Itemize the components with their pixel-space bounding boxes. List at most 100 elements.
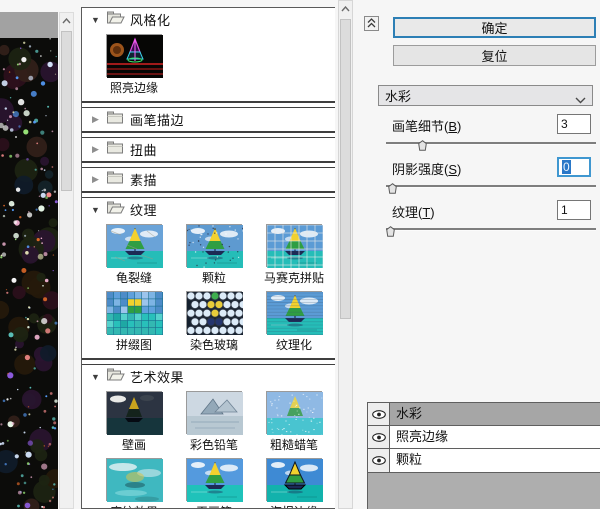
filter-thumbnail-image[interactable]: [106, 34, 162, 77]
filter-thumbnail-label: 粗糙蜡笔: [270, 436, 318, 453]
filter-thumbnail-image[interactable]: [106, 458, 162, 501]
filter-section: ▼ 艺术效果壁画 彩色铅笔 粗糙蜡笔底纹效果 干画笔 海报边缘: [82, 364, 335, 509]
effect-layer-name: 水彩: [390, 403, 600, 425]
visibility-eye-icon[interactable]: [368, 403, 390, 425]
reset-button[interactable]: 复位: [393, 45, 596, 66]
filter-thumbnail-item[interactable]: 底纹效果: [94, 456, 174, 509]
folder-closed-icon: [106, 141, 125, 159]
filter-thumbnail-item[interactable]: 海报边缘: [254, 456, 334, 509]
scrollbar-thumb[interactable]: [61, 31, 72, 191]
effect-layer-row[interactable]: 照亮边缘: [368, 426, 600, 449]
scroll-up-icon[interactable]: [339, 1, 352, 17]
triangle-expanded-icon[interactable]: ▼: [90, 372, 101, 382]
filter-section-label: 风格化: [130, 10, 171, 29]
slider-group: 画笔细节(B)3: [378, 112, 598, 155]
filter-thumbnail-label: 染色玻璃: [190, 336, 238, 353]
filter-category-list: ▼ 风格化照亮边缘 ▶画笔描边 ▶扭曲 ▶素描 ▼ 纹理龟裂缝颗粒 马赛克拼贴拼缀图染色玻璃 纹…: [81, 7, 335, 509]
filter-section-header[interactable]: ▶素描: [82, 168, 335, 191]
slider-group: 纹理(T) 1: [378, 198, 598, 241]
filter-section-label: 艺术效果: [130, 367, 184, 386]
filter-thumbnail-item[interactable]: 龟裂缝: [94, 222, 174, 289]
visibility-eye-icon[interactable]: [368, 426, 390, 448]
filter-section: ▶素描: [82, 167, 335, 193]
filter-section-header[interactable]: ▼ 艺术效果: [82, 365, 335, 388]
filter-section: ▼ 纹理龟裂缝颗粒 马赛克拼贴拼缀图染色玻璃 纹理化: [82, 197, 335, 360]
scroll-up-icon[interactable]: [60, 13, 73, 29]
slider-track[interactable]: [386, 142, 596, 145]
filter-thumbnail-item[interactable]: 壁画: [94, 389, 174, 456]
folder-closed-icon: [106, 171, 125, 189]
filter-thumbnail-item[interactable]: 干画笔: [174, 456, 254, 509]
filter-thumbnail-label: 干画笔: [196, 503, 232, 509]
triangle-expanded-icon[interactable]: ▼: [90, 15, 101, 25]
folder-closed-icon: [106, 111, 125, 129]
filter-thumbnail-item[interactable]: 拼缀图: [94, 289, 174, 356]
slider-value-input[interactable]: 1: [557, 200, 591, 220]
filter-thumbnail-label: 纹理化: [276, 336, 312, 353]
visibility-eye-icon[interactable]: [368, 449, 390, 472]
filter-dropdown[interactable]: 水彩: [378, 85, 593, 106]
filter-list-scrollbar[interactable]: [338, 0, 353, 509]
slider-thumb[interactable]: [386, 224, 395, 235]
filter-thumbnail-label: 底纹效果: [110, 503, 158, 509]
filter-thumbnail-image[interactable]: [266, 391, 322, 434]
filter-section-label: 纹理: [130, 200, 157, 219]
double-chevron-up-icon: [367, 15, 376, 33]
filter-section: ▶扭曲: [82, 137, 335, 163]
filter-section-header[interactable]: ▶画笔描边: [82, 108, 335, 131]
filter-thumbnail-image[interactable]: [186, 458, 242, 501]
filter-thumbnail-item[interactable]: 照亮边缘: [94, 32, 174, 99]
slider-value-input[interactable]: 0: [557, 157, 591, 177]
filter-thumbnail-label: 壁画: [122, 436, 146, 453]
filter-section-header[interactable]: ▼ 纹理: [82, 198, 335, 221]
filter-thumbnail-image[interactable]: [106, 391, 162, 434]
effect-layer-name: 照亮边缘: [390, 426, 600, 448]
filter-thumbnail-item[interactable]: 颗粒: [174, 222, 254, 289]
effect-layer-row[interactable]: 水彩: [368, 403, 600, 426]
filter-thumbnail-image[interactable]: [186, 224, 242, 267]
filter-thumbnail-image[interactable]: [266, 224, 322, 267]
effect-layers-list: 水彩照亮边缘颗粒: [367, 402, 600, 473]
filter-thumbnail-grid: 壁画 彩色铅笔 粗糙蜡笔底纹效果 干画笔 海报边缘: [82, 388, 335, 509]
scrollbar-thumb[interactable]: [340, 19, 351, 319]
filter-thumbnail-grid: 照亮边缘: [82, 31, 335, 101]
filter-thumbnail-image[interactable]: [106, 291, 162, 334]
slider-label: 阴影强度(S): [392, 159, 461, 178]
filter-thumbnail-label: 彩色铅笔: [190, 436, 238, 453]
triangle-collapsed-icon[interactable]: ▶: [90, 174, 101, 185]
preview-pane: [0, 12, 58, 509]
filter-thumbnail-image[interactable]: [266, 458, 322, 501]
filter-thumbnail-item[interactable]: 粗糙蜡笔: [254, 389, 334, 456]
filter-thumbnail-image[interactable]: [106, 224, 162, 267]
slider-thumb[interactable]: [388, 181, 397, 192]
effect-layer-row[interactable]: 颗粒: [368, 449, 600, 472]
triangle-collapsed-icon[interactable]: ▶: [90, 114, 101, 125]
slider-track[interactable]: [386, 185, 596, 188]
effect-layers-empty-area: [367, 473, 600, 509]
filter-section-header[interactable]: ▼ 风格化: [82, 8, 335, 31]
filter-thumbnail-image[interactable]: [266, 291, 322, 334]
filter-thumbnail-item[interactable]: 马赛克拼贴: [254, 222, 334, 289]
filter-thumbnail-grid: 龟裂缝颗粒 马赛克拼贴拼缀图染色玻璃 纹理化: [82, 221, 335, 358]
filter-thumbnail-label: 马赛克拼贴: [264, 269, 324, 286]
collapse-panel-button[interactable]: [364, 16, 379, 31]
triangle-expanded-icon[interactable]: ▼: [90, 205, 101, 215]
filter-thumbnail-item[interactable]: 彩色铅笔: [174, 389, 254, 456]
filter-thumbnail-item[interactable]: 染色玻璃: [174, 289, 254, 356]
filter-thumbnail-item[interactable]: 纹理化: [254, 289, 334, 356]
slider-value-input[interactable]: 3: [557, 114, 591, 134]
preview-image: [0, 38, 58, 509]
filter-settings: 画笔细节(B)3 阴影强度(S) 0 纹理(T) 1: [378, 112, 598, 244]
filter-thumbnail-label: 颗粒: [202, 269, 226, 286]
folder-open-icon: [106, 368, 125, 386]
triangle-collapsed-icon[interactable]: ▶: [90, 144, 101, 155]
filter-section-header[interactable]: ▶扭曲: [82, 138, 335, 161]
ok-button[interactable]: 确定: [393, 17, 596, 38]
chevron-down-icon: [575, 92, 586, 107]
preview-scrollbar[interactable]: [59, 12, 74, 509]
filter-thumbnail-image[interactable]: [186, 391, 242, 434]
slider-track[interactable]: [386, 228, 596, 231]
slider-label: 纹理(T): [392, 202, 435, 221]
slider-thumb[interactable]: [418, 138, 427, 149]
filter-thumbnail-image[interactable]: [186, 291, 242, 334]
